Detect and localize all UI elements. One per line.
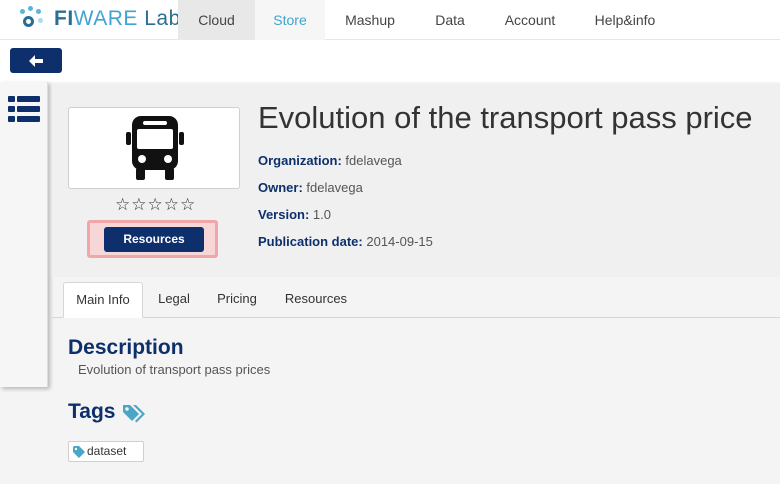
tab-pricing[interactable]: Pricing	[208, 282, 266, 318]
logo-dots-icon	[20, 4, 50, 34]
nav-help-info[interactable]: Help&info	[575, 0, 675, 40]
tag-icon	[73, 445, 85, 458]
back-button[interactable]	[10, 48, 62, 73]
top-navbar: FIWARE Lab Cloud Store Mashup Data Accou…	[0, 0, 780, 40]
nav-account[interactable]: Account	[485, 0, 575, 40]
bus-icon	[126, 116, 184, 180]
tag-label: dataset	[87, 444, 127, 458]
meta-version: Version: 1.0	[258, 207, 331, 222]
tags-heading: Tags	[68, 400, 116, 423]
logo-text: FIWARE Lab	[54, 7, 181, 30]
tags-icon	[123, 405, 145, 423]
star-3-icon[interactable]: ☆	[148, 196, 163, 213]
tab-main-info[interactable]: Main Info	[63, 282, 143, 318]
meta-organization: Organization: fdelavega	[258, 153, 402, 168]
description-text: Evolution of transport pass prices	[78, 362, 271, 377]
star-rating[interactable]: ☆ ☆ ☆ ☆ ☆	[115, 196, 195, 213]
meta-owner: Owner: fdelavega	[258, 180, 363, 195]
list-menu-icon[interactable]	[8, 96, 40, 122]
star-4-icon[interactable]: ☆	[164, 196, 179, 213]
tab-legal[interactable]: Legal	[146, 282, 202, 318]
resources-button[interactable]: Resources	[104, 227, 204, 252]
arrow-left-icon	[29, 54, 43, 67]
nav-data[interactable]: Data	[415, 0, 485, 40]
offering-thumbnail	[68, 107, 240, 189]
nav-cloud[interactable]: Cloud	[178, 0, 255, 40]
main-nav: Cloud Store Mashup Data Account Help&inf…	[178, 0, 675, 40]
sidebar-panel	[0, 82, 48, 387]
star-1-icon[interactable]: ☆	[115, 196, 130, 213]
offering-title: Evolution of the transport pass price	[258, 100, 753, 135]
meta-publication-date: Publication date: 2014-09-15	[258, 234, 433, 249]
nav-mashup[interactable]: Mashup	[325, 0, 415, 40]
star-2-icon[interactable]: ☆	[131, 196, 146, 213]
description-heading: Description	[68, 336, 184, 359]
tab-resources[interactable]: Resources	[276, 282, 356, 318]
offering-tabs: Main Info Legal Pricing Resources	[52, 282, 780, 318]
back-row	[0, 40, 780, 82]
star-5-icon[interactable]: ☆	[180, 196, 195, 213]
tag-dataset[interactable]: dataset	[68, 441, 144, 462]
fiware-lab-logo[interactable]: FIWARE Lab	[20, 2, 181, 36]
nav-store[interactable]: Store	[255, 0, 325, 40]
